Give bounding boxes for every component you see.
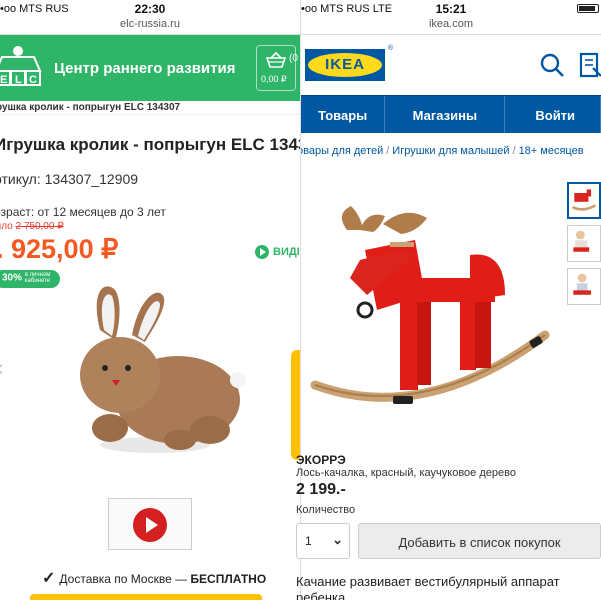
video-label: ВИДІ [273, 245, 300, 258]
shopping-list-icon[interactable] [579, 52, 601, 78]
buy-button-edge[interactable] [30, 594, 262, 600]
registered-mark: ® [387, 45, 393, 52]
video-link[interactable]: ВИДІ [255, 245, 300, 259]
chevron-down-icon: ⌄ [332, 532, 343, 547]
url-bar[interactable]: ikea.com [301, 17, 601, 35]
svg-text:C: C [29, 74, 37, 86]
clock: 15:21 [435, 2, 467, 16]
logo-text: IKEA [325, 56, 365, 73]
product-article: ртикул: 134307_12909 [0, 171, 139, 187]
discount-badge: 30% в личном кабинете [0, 270, 60, 288]
current-price: . 925,00 ₽ [0, 234, 119, 264]
elc-browser-panel: •oo MTS RUS 22:30 elc-russia.ru E L C Це… [0, 0, 300, 600]
svg-text:E: E [0, 74, 7, 86]
thumbnail-child-2[interactable] [567, 268, 601, 305]
url-bar[interactable]: elc-russia.ru [0, 17, 300, 35]
product-image-rabbit[interactable] [60, 280, 250, 470]
image-thumbnails [567, 182, 601, 311]
breadcrumb-item[interactable]: овары для детей [301, 145, 383, 157]
search-icon[interactable] [539, 52, 565, 78]
elc-logo[interactable]: E L C [0, 43, 44, 93]
product-description: Лось-качалка, красный, каучуковое дерево [296, 467, 516, 479]
video-thumbnail[interactable] [108, 498, 192, 550]
status-bar: •oo MTS RUS LTE 15:21 [301, 0, 601, 17]
nav-products[interactable]: Товары [301, 96, 386, 133]
play-button-icon [133, 508, 167, 542]
breadcrumb: овары для детей / Игрушки для малышей/18+ … [301, 133, 601, 167]
badge-percent: 30% [2, 272, 23, 284]
benefit-line-2: ребенка [296, 590, 346, 600]
thumbnail-child-1[interactable] [567, 225, 601, 262]
benefit-line-1: Качание развивает вестибулярный аппарат [296, 574, 560, 589]
old-price-value: 2 750,00 ₽ [15, 221, 64, 232]
old-price-label: ыло [0, 221, 13, 232]
badge-line2: кабинете [24, 278, 51, 284]
play-icon [255, 245, 269, 259]
breadcrumb-item[interactable]: 18+ месяцев [519, 145, 584, 157]
breadcrumb-item[interactable]: Игрушки для малышей [392, 145, 509, 157]
product-title: Игрушка кролик - попрыгун ELC 134307 [0, 135, 300, 154]
product-age: озраст: от 12 месяцев до 3 лет [0, 205, 166, 219]
product-benefit-text: Качание развивает вестибулярный аппарат … [296, 574, 560, 600]
old-price: ыло 2 750,00 ₽ [0, 221, 300, 232]
battery-icon [577, 4, 599, 13]
status-bar: •oo MTS RUS 22:30 [0, 0, 300, 17]
delivery-info: ✓ Доставка по Москве — БЕСПЛАТНО [42, 568, 266, 588]
quantity-value: 1 [305, 534, 312, 548]
chevron-left-icon[interactable]: ‹ [0, 355, 3, 381]
delivery-free: БЕСПЛАТНО [190, 572, 267, 586]
site-header: IKEA ® [301, 35, 601, 95]
breadcrumb[interactable]: рушка кролик - попрыгун ELC 134307 [0, 101, 300, 115]
quantity-select[interactable]: 1 ⌄ [296, 523, 350, 559]
ikea-logo[interactable]: IKEA ® [305, 45, 393, 81]
yellow-button-edge[interactable] [291, 350, 300, 460]
quantity-label: Количество [296, 504, 356, 516]
product-image-moose[interactable] [305, 200, 550, 420]
nav-login[interactable]: Войти [505, 96, 601, 133]
cart-button[interactable]: 0,00 ₽ [256, 45, 296, 91]
site-title[interactable]: Центр раннего развития [54, 60, 235, 77]
basket-icon [265, 52, 287, 68]
check-icon: ✓ [42, 570, 56, 587]
nav-stores[interactable]: Магазины [385, 96, 506, 133]
main-nav: Товары Магазины Войти [301, 95, 601, 133]
product-price: 2 199.- [296, 481, 346, 498]
site-header: E L C Центр раннего развития 0,00 ₽ (0 [0, 35, 300, 101]
clock: 22:30 [134, 2, 166, 16]
add-to-list-button[interactable]: Добавить в список покупок [358, 523, 601, 559]
svg-text:L: L [15, 74, 22, 86]
delivery-text: Доставка по Москве — [59, 572, 191, 586]
cart-sum: 0,00 ₽ [261, 74, 287, 84]
cart-count: (0 [289, 53, 298, 64]
product-name: ЭКОРРЭ [296, 453, 346, 467]
thumbnail-moose[interactable] [567, 182, 601, 219]
